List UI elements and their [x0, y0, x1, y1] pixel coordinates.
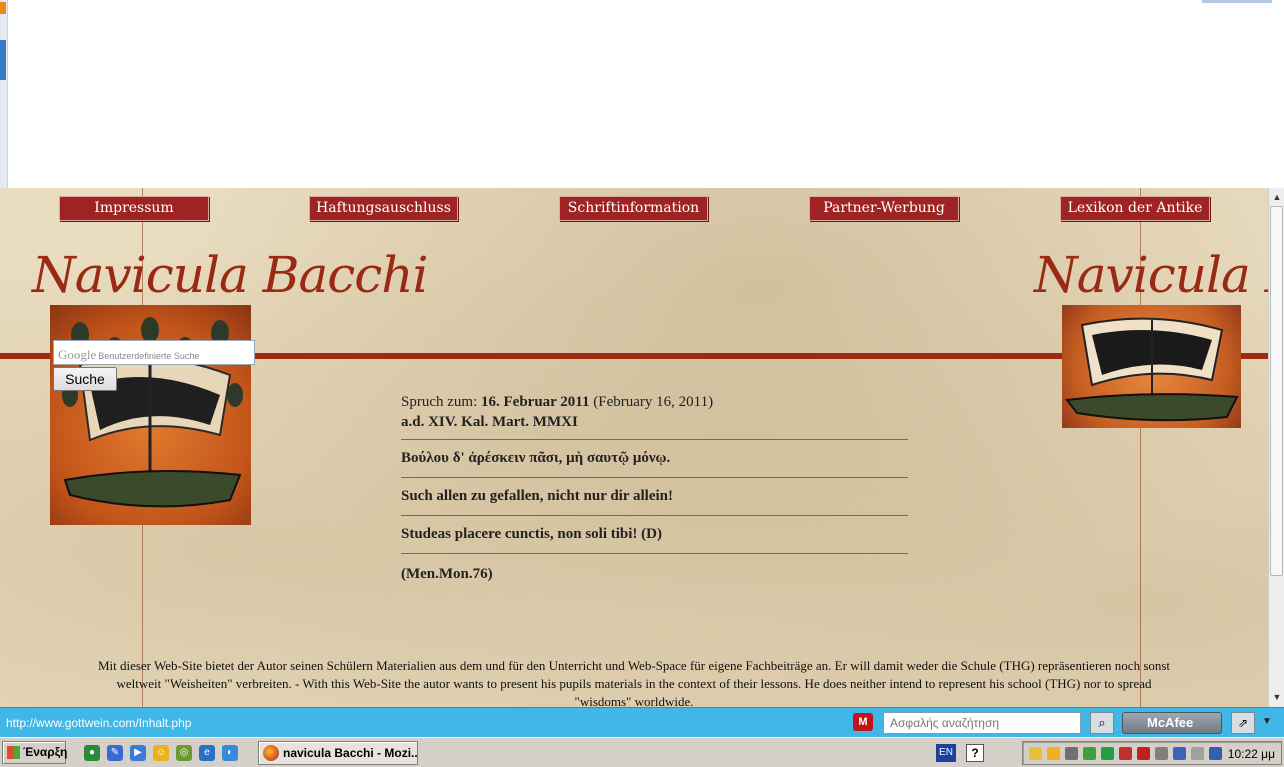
disclaimer-line: "wisdoms" worldwide.	[574, 694, 694, 707]
tray-icon[interactable]	[1155, 747, 1168, 760]
share-icon[interactable]: ⇗	[1231, 712, 1255, 734]
quicklaunch-icon[interactable]: ◎	[176, 745, 192, 761]
tray-icon[interactable]	[1119, 747, 1132, 760]
edge-blue-icon	[0, 40, 6, 80]
quote-date: 16. Februar 2011	[481, 394, 590, 410]
edge-orange-icon	[0, 2, 6, 14]
nav-partner-werbung[interactable]: Partner-Werbung	[809, 196, 959, 221]
quote-greek: Βούλου δ' ἀρέσκειν πᾶσι, μὴ σαυτῷ μόνῳ.	[401, 450, 671, 466]
windows-taskbar: Έναρξη ● ✎ ▶ ☺ ◎ e ◐ navicula Bacchi - M…	[0, 737, 1284, 767]
search-button[interactable]: Suche	[53, 367, 117, 391]
quicklaunch-icon[interactable]: ●	[84, 745, 100, 761]
top-blank-area	[0, 0, 1284, 188]
quote-roman-date: a.d. XIV. Kal. Mart. MMXI	[401, 414, 578, 430]
disclaimer: Mit dieser Web-Site bietet der Autor sei…	[0, 657, 1268, 707]
mcafee-button[interactable]: McAfee	[1122, 712, 1222, 734]
quicklaunch-icon[interactable]: ▶	[130, 745, 146, 761]
scroll-up-icon[interactable]: ▲	[1271, 191, 1283, 203]
search-icon[interactable]: ⌕	[1090, 712, 1114, 734]
quote-date-line: Spruch zum: 16. Februar 2011 (February 1…	[401, 392, 908, 412]
quicklaunch-icon[interactable]: ✎	[107, 745, 123, 761]
quicklaunch-icon[interactable]: e	[199, 745, 215, 761]
site-logo[interactable]: Navicula Bacchi	[32, 246, 428, 304]
start-label: Έναρξη	[23, 745, 68, 759]
page-scrollbar[interactable]: ▲ ▼	[1268, 188, 1284, 707]
dionysus-ship-image-right	[1062, 305, 1241, 428]
windows-flag-icon	[7, 746, 20, 759]
status-url: http://www.gottwein.com/Inhalt.php	[6, 716, 192, 730]
help-icon[interactable]: ?	[966, 744, 984, 762]
daily-quote: Spruch zum: 16. Februar 2011 (February 1…	[401, 392, 908, 594]
window-edge	[0, 0, 8, 188]
language-indicator[interactable]: EN	[936, 744, 956, 762]
nav-impressum[interactable]: Impressum	[59, 196, 209, 221]
scroll-down-icon[interactable]: ▼	[1271, 691, 1283, 703]
firefox-task-button[interactable]: navicula Bacchi - Mozi...	[258, 741, 418, 765]
nav-haftungsauschluss[interactable]: Haftungsauschluss	[309, 196, 458, 221]
clock[interactable]: 10:22 μμ	[1228, 747, 1275, 761]
mcafee-label: McAfee	[1147, 715, 1194, 730]
search-placeholder: Benutzerdefinierte Suche	[98, 351, 200, 361]
volume-icon[interactable]	[1065, 747, 1078, 760]
tray-icon[interactable]	[1191, 747, 1204, 760]
web-page: Impressum Haftungsauschluss Schriftinfor…	[0, 188, 1268, 707]
quote-date-en: (February 16, 2011)	[589, 394, 714, 410]
task-label: navicula Bacchi - Mozi...	[283, 746, 418, 760]
nav-schriftinformation[interactable]: Schriftinformation	[559, 196, 708, 221]
quote-german: Such allen zu gefallen, nicht nur dir al…	[401, 488, 673, 504]
corner-decoration	[1202, 0, 1272, 3]
tray-icon[interactable]	[1137, 747, 1150, 760]
browser-statusbar: http://www.gottwein.com/Inhalt.php M Ασφ…	[0, 707, 1284, 737]
system-tray: 10:22 μμ	[1022, 741, 1282, 765]
tray-icon[interactable]	[1101, 747, 1114, 760]
site-logo-right: Navicula Bacchi	[1034, 246, 1268, 304]
site-search-input[interactable]: Google Benutzerdefinierte Suche	[53, 340, 255, 365]
quicklaunch-icon[interactable]: ◐	[222, 745, 238, 761]
disclaimer-line: weltweit "Weisheiten" verbreiten. - With…	[116, 676, 1152, 691]
tray-icon[interactable]	[1173, 747, 1186, 760]
scroll-thumb[interactable]	[1270, 206, 1283, 576]
tray-icon[interactable]	[1209, 747, 1222, 760]
quicklaunch-icon[interactable]: ☺	[153, 745, 169, 761]
tray-icon[interactable]	[1047, 747, 1060, 760]
disclaimer-line: Mit dieser Web-Site bietet der Autor sei…	[97, 658, 1171, 673]
start-button[interactable]: Έναρξη	[2, 741, 68, 764]
background-manuscript	[430, 238, 443, 284]
quote-source: (Men.Mon.76)	[401, 566, 493, 582]
tray-icon[interactable]	[1029, 747, 1042, 760]
google-logo: Google	[58, 347, 97, 362]
nav-lexikon[interactable]: Lexikon der Antike	[1060, 196, 1210, 221]
dionysus-ship-image	[50, 305, 251, 525]
firefox-icon	[263, 745, 279, 761]
chevron-down-icon[interactable]: ▼	[1262, 716, 1272, 727]
quote-latin: Studeas placere cunctis, non soli tibi! …	[401, 526, 662, 542]
tray-icon[interactable]	[1083, 747, 1096, 760]
secure-search-input[interactable]: Ασφαλής αναζήτηση	[883, 712, 1081, 734]
quote-prefix: Spruch zum:	[401, 394, 481, 410]
mcafee-m-icon[interactable]: M	[853, 713, 873, 731]
